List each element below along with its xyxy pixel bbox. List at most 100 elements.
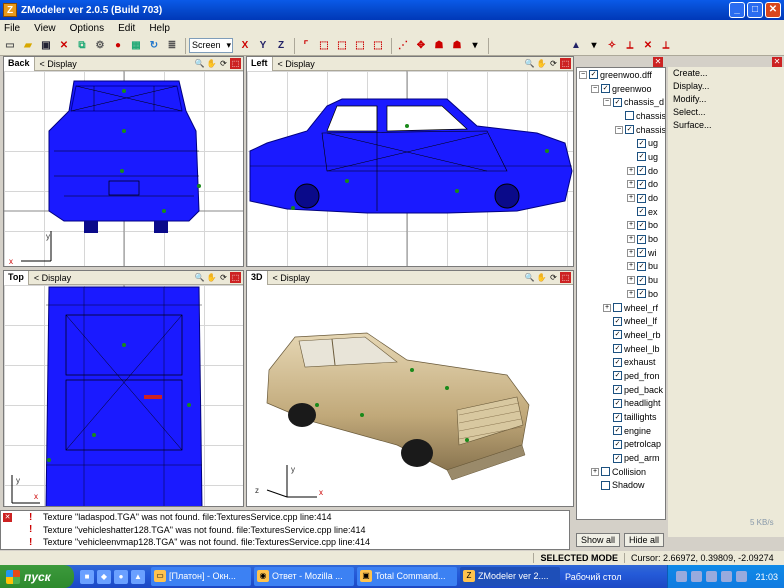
tree-row[interactable]: + Collision bbox=[577, 465, 665, 479]
visibility-checkbox[interactable]: ✓ bbox=[613, 398, 622, 408]
tree-row[interactable]: + ✓ bu bbox=[577, 273, 665, 287]
orbit-icon[interactable]: ⟳ bbox=[548, 272, 559, 283]
select-menu-item[interactable]: Select... bbox=[668, 106, 784, 119]
tree-row[interactable]: + wheel_rf bbox=[577, 301, 665, 315]
open-folder-icon[interactable]: ▰ bbox=[20, 38, 36, 54]
tree-close-icon[interactable]: ✕ bbox=[653, 57, 663, 67]
visibility-checkbox[interactable]: ✓ bbox=[613, 344, 622, 354]
viewport-top-name[interactable]: Top bbox=[4, 271, 29, 285]
viewport-left[interactable]: Left < Display 🔍 ✋ ⟳ ⬚ bbox=[246, 56, 574, 267]
figure-icon[interactable]: ☗ bbox=[431, 38, 447, 54]
viewport-back-name[interactable]: Back bbox=[4, 57, 35, 71]
visibility-checkbox[interactable]: ✓ bbox=[637, 275, 646, 285]
menu-edit[interactable]: Edit bbox=[118, 23, 135, 34]
expand-toggle-icon[interactable]: − bbox=[603, 98, 611, 107]
tree-row[interactable]: − ✓ greenwoo bbox=[577, 82, 665, 96]
object-tree[interactable]: − ✓ greenwoo.dff − ✓ greenwoo − ✓ chassis_d chass… bbox=[576, 67, 666, 520]
menu-options[interactable]: Options bbox=[70, 23, 104, 34]
tree-row[interactable]: + ✓ do bbox=[577, 164, 665, 178]
close-button[interactable]: ✕ bbox=[765, 2, 781, 18]
visibility-checkbox[interactable] bbox=[625, 111, 634, 121]
cube-scale-icon[interactable]: ⬚ bbox=[370, 38, 386, 54]
visibility-checkbox[interactable]: ✓ bbox=[637, 138, 646, 148]
hide-all-button[interactable]: Hide all bbox=[624, 533, 665, 547]
viewport-3d-display[interactable]: < Display bbox=[268, 273, 310, 283]
new-file-icon[interactable]: ▭ bbox=[2, 38, 18, 54]
tree-row[interactable]: chassis bbox=[577, 109, 665, 123]
expand-toggle-icon[interactable]: + bbox=[627, 221, 635, 230]
tray-icon[interactable] bbox=[706, 571, 718, 582]
vertex-icon[interactable]: ▲ bbox=[568, 38, 584, 54]
tree-row[interactable]: ✓ exhaust bbox=[577, 355, 665, 369]
tree-row[interactable]: ✓ petrolcap bbox=[577, 438, 665, 452]
quicklaunch-icon[interactable]: ◆ bbox=[97, 569, 111, 584]
tree-row[interactable]: + ✓ wi bbox=[577, 246, 665, 260]
pan-icon[interactable]: ✋ bbox=[206, 58, 217, 69]
visibility-checkbox[interactable]: ✓ bbox=[637, 193, 646, 203]
tree-row[interactable]: + ✓ bo bbox=[577, 232, 665, 246]
tree-row[interactable]: + ✓ do bbox=[577, 178, 665, 192]
zoom-icon[interactable]: 🔍 bbox=[194, 272, 205, 283]
tree-row[interactable]: ✓ ug bbox=[577, 136, 665, 150]
orbit-icon[interactable]: ⟳ bbox=[548, 58, 559, 69]
tree-row[interactable]: ✓ ug bbox=[577, 150, 665, 164]
tree-row[interactable]: − ✓ greenwoo.dff bbox=[577, 68, 665, 82]
task-desktop[interactable]: Рабочий стол bbox=[565, 572, 653, 582]
viewport-back[interactable]: Back < Display 🔍 ✋ ⟳ ⬚ y x bbox=[3, 56, 244, 267]
zoom-icon[interactable]: 🔍 bbox=[524, 58, 535, 69]
tree-row[interactable]: ✓ ped_back bbox=[577, 383, 665, 397]
axis-scale-icon[interactable]: ⟂ bbox=[658, 38, 674, 54]
tree-row[interactable]: ✓ wheel_lb bbox=[577, 342, 665, 356]
cube-rotate-icon[interactable]: ⬚ bbox=[352, 38, 368, 54]
menu-file[interactable]: File bbox=[4, 23, 20, 34]
task-mozilla[interactable]: ◉ Ответ - Mozilla ... bbox=[254, 567, 354, 586]
minimize-button[interactable]: _ bbox=[729, 2, 745, 18]
quicklaunch-icon[interactable]: ● bbox=[114, 569, 128, 584]
visibility-checkbox[interactable] bbox=[601, 480, 610, 490]
axis-tool-icon[interactable]: ⟂ bbox=[622, 38, 638, 54]
visibility-checkbox[interactable]: ✓ bbox=[613, 357, 622, 367]
vertex-tool-icon[interactable]: ⋰ bbox=[395, 38, 411, 54]
select-tool-icon[interactable]: ⌜ bbox=[298, 38, 314, 54]
maximize-viewport-icon[interactable]: ⬚ bbox=[560, 58, 571, 69]
save-icon[interactable]: ▣ bbox=[38, 38, 54, 54]
panel-close-icon[interactable]: ✕ bbox=[772, 57, 782, 67]
expand-toggle-icon[interactable]: − bbox=[615, 125, 623, 134]
tree-row[interactable]: + ✓ bu bbox=[577, 260, 665, 274]
visibility-checkbox[interactable]: ✓ bbox=[613, 453, 622, 463]
tray-icon[interactable] bbox=[721, 571, 733, 582]
visibility-checkbox[interactable]: ✓ bbox=[637, 179, 646, 189]
tray-icon[interactable] bbox=[676, 571, 688, 582]
expand-toggle-icon[interactable]: + bbox=[591, 467, 599, 476]
orbit-icon[interactable]: ⟳ bbox=[218, 58, 229, 69]
visibility-checkbox[interactable]: ✓ bbox=[637, 207, 646, 217]
expand-toggle-icon[interactable]: + bbox=[603, 303, 611, 312]
orbit-icon[interactable]: ⟳ bbox=[218, 272, 229, 283]
zoom-icon[interactable]: 🔍 bbox=[524, 272, 535, 283]
refresh-icon[interactable]: ↻ bbox=[146, 38, 162, 54]
expand-toggle-icon[interactable]: − bbox=[591, 84, 599, 93]
visibility-checkbox[interactable]: ✓ bbox=[637, 152, 646, 162]
dropdown-arrow-icon[interactable]: ▾ bbox=[467, 38, 483, 54]
expand-toggle-icon[interactable]: + bbox=[627, 262, 635, 271]
zoom-icon[interactable]: 🔍 bbox=[194, 58, 205, 69]
tree-row[interactable]: − ✓ chassis bbox=[577, 123, 665, 137]
visibility-checkbox[interactable]: ✓ bbox=[637, 289, 646, 299]
visibility-checkbox[interactable] bbox=[601, 467, 610, 477]
tree-row[interactable]: ✓ wheel_lf bbox=[577, 314, 665, 328]
axis-y-button[interactable]: Y bbox=[255, 38, 271, 54]
tree-row[interactable]: ✓ wheel_rb bbox=[577, 328, 665, 342]
figure-select-icon[interactable]: ☗ bbox=[449, 38, 465, 54]
expand-toggle-icon[interactable]: + bbox=[627, 248, 635, 257]
task-total-commander[interactable]: ▣ Total Command... bbox=[357, 567, 457, 586]
pan-icon[interactable]: ✋ bbox=[536, 272, 547, 283]
viewport-left-display[interactable]: < Display bbox=[273, 59, 315, 69]
expand-toggle-icon[interactable]: + bbox=[627, 194, 635, 203]
visibility-checkbox[interactable]: ✓ bbox=[613, 330, 622, 340]
viewport-left-name[interactable]: Left bbox=[247, 57, 273, 71]
task-platon[interactable]: ▭ [Платон] - Окн... bbox=[151, 567, 251, 586]
show-all-button[interactable]: Show all bbox=[576, 533, 621, 547]
maximize-button[interactable]: □ bbox=[747, 2, 763, 18]
menu-view[interactable]: View bbox=[34, 23, 56, 34]
visibility-checkbox[interactable]: ✓ bbox=[613, 426, 622, 436]
